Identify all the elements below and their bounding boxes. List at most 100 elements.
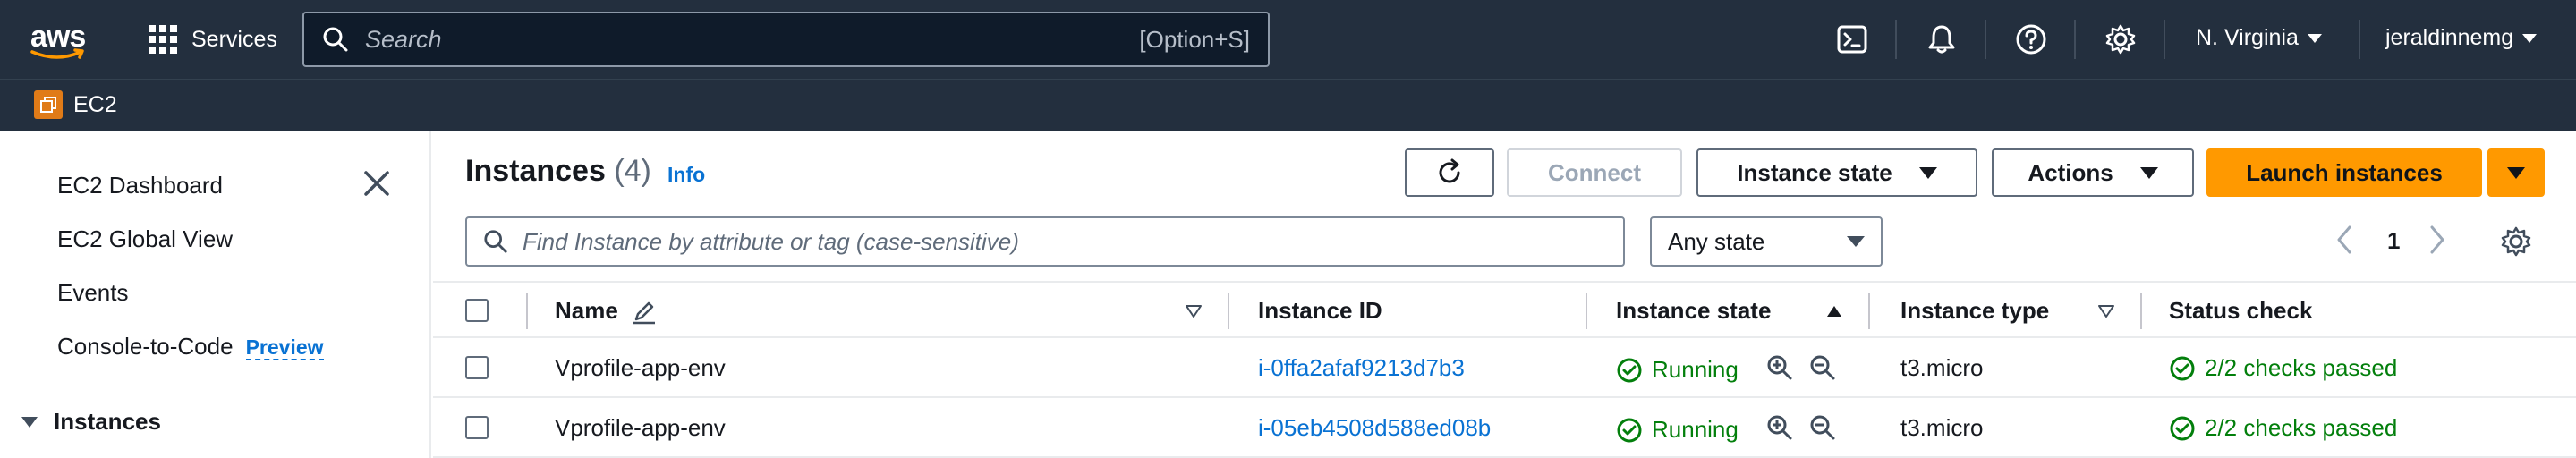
cloudshell-icon[interactable] <box>1836 23 1868 55</box>
state-filter-select[interactable]: Any state <box>1650 216 1883 267</box>
nav-divider <box>2074 20 2076 59</box>
ec2-service-icon[interactable] <box>34 90 63 119</box>
ec2-service-link[interactable]: EC2 <box>73 92 117 118</box>
user-label: jeraldinnemg <box>2385 25 2514 50</box>
launch-instances-button[interactable]: Launch instances <box>2206 148 2482 197</box>
launch-instances-label: Launch instances <box>2246 158 2443 186</box>
instance-id-link[interactable]: i-05eb4508d588ed08b <box>1258 414 1491 442</box>
bell-icon[interactable] <box>1926 23 1958 55</box>
instance-name: Vprofile-app-env <box>555 414 726 441</box>
help-icon[interactable] <box>2015 23 2047 55</box>
sort-icon[interactable] <box>1185 304 1203 318</box>
select-all-checkbox[interactable] <box>465 299 489 322</box>
services-menu[interactable]: Services <box>149 21 277 57</box>
aws-smile-icon <box>30 48 84 59</box>
instance-state-text: Running <box>1652 356 1739 383</box>
column-header-status-check[interactable]: Status check <box>2169 297 2312 325</box>
services-grid-icon <box>149 25 177 54</box>
page-number[interactable]: 1 <box>2387 227 2400 255</box>
edit-icon <box>633 301 655 324</box>
sidebar-item-console-to-code[interactable]: Console-to-Code Preview <box>57 333 324 360</box>
column-header-name[interactable]: Name <box>555 297 658 325</box>
check-circle-icon <box>1617 358 1642 382</box>
state-filter-value: Any state <box>1668 227 1765 255</box>
caret-down-icon <box>2507 166 2525 179</box>
instance-name: Vprofile-app-env <box>555 354 726 381</box>
refresh-button[interactable] <box>1405 148 1494 197</box>
search-icon <box>323 27 348 52</box>
zoom-in-icon[interactable] <box>1766 354 1793 381</box>
instance-filter-input[interactable] <box>523 227 1607 256</box>
column-divider <box>526 293 528 329</box>
region-selector[interactable]: N. Virginia <box>2196 25 2322 51</box>
column-header-instance-id[interactable]: Instance ID <box>1258 297 1382 325</box>
sidebar: EC2 Dashboard EC2 Global View Events Con… <box>0 131 431 458</box>
instance-state-status: Running <box>1616 356 1739 384</box>
caret-down-icon <box>1847 236 1865 247</box>
page-title: Instances (4) <box>465 154 651 189</box>
column-header-label: Instance type <box>1900 297 2050 324</box>
column-header-label: Instance ID <box>1258 297 1382 324</box>
preview-badge[interactable]: Preview <box>245 335 324 360</box>
sidebar-item-label: Console-to-Code <box>57 333 234 360</box>
sort-icon[interactable] <box>2097 304 2115 318</box>
refresh-icon <box>1439 158 1460 183</box>
caret-down-icon <box>2307 33 2322 43</box>
instance-state-text: Running <box>1652 416 1739 443</box>
caret-down-icon <box>2139 166 2158 179</box>
column-divider <box>1586 293 1587 329</box>
connect-label: Connect <box>1548 158 1641 186</box>
status-check-text: 2/2 checks passed <box>2205 354 2398 381</box>
instance-type: t3.micro <box>1900 414 1984 441</box>
services-label: Services <box>191 26 277 52</box>
zoom-in-icon[interactable] <box>1766 414 1793 441</box>
nav-divider <box>2164 20 2165 59</box>
table-row[interactable]: Vprofile-app-env i-0ffa2afaf9213d7b3 Run… <box>433 338 2576 398</box>
sidebar-section-instances[interactable]: Instances <box>21 408 161 436</box>
instance-id-link[interactable]: i-0ffa2afaf9213d7b3 <box>1258 354 1465 382</box>
column-header-instance-type[interactable]: Instance type <box>1900 297 2049 325</box>
column-divider <box>1868 293 1870 329</box>
close-icon[interactable] <box>361 168 392 199</box>
zoom-out-icon[interactable] <box>1809 354 1836 381</box>
instance-type: t3.micro <box>1900 354 1984 381</box>
global-search[interactable]: [Option+S] <box>302 12 1270 67</box>
nav-divider <box>2359 20 2360 59</box>
caret-down-icon <box>1918 166 1937 179</box>
row-checkbox[interactable] <box>465 416 489 439</box>
chevron-left-icon[interactable] <box>2334 222 2355 258</box>
instance-count: (4) <box>614 154 651 188</box>
column-header-label: Status check <box>2169 297 2313 324</box>
check-circle-icon <box>2170 356 2195 380</box>
launch-options-dropdown[interactable] <box>2487 148 2545 197</box>
column-header-label: Name <box>555 297 618 324</box>
instance-state-status: Running <box>1616 416 1739 444</box>
instance-filter[interactable] <box>465 216 1625 267</box>
chevron-right-icon[interactable] <box>2427 222 2448 258</box>
row-checkbox[interactable] <box>465 356 489 379</box>
gear-icon[interactable] <box>2104 23 2137 55</box>
service-bar: EC2 <box>0 79 2576 131</box>
column-divider <box>1228 293 1229 329</box>
sidebar-item-ec2-dashboard[interactable]: EC2 Dashboard <box>57 172 223 199</box>
aws-logo[interactable]: aws <box>30 20 95 63</box>
connect-button[interactable]: Connect <box>1507 148 1682 197</box>
check-circle-icon <box>2170 416 2195 440</box>
info-link[interactable]: Info <box>667 163 705 187</box>
table-row[interactable]: Vprofile-app-env i-05eb4508d588ed08b Run… <box>433 398 2576 458</box>
sort-ascending-icon[interactable] <box>1825 304 1843 318</box>
actions-button[interactable]: Actions <box>1992 148 2194 197</box>
account-menu[interactable]: jeraldinnemg <box>2385 25 2538 51</box>
instance-state-button[interactable]: Instance state <box>1696 148 1977 197</box>
status-check: 2/2 checks passed <box>2169 354 2397 382</box>
column-header-instance-state[interactable]: Instance state <box>1616 297 1771 325</box>
status-check-text: 2/2 checks passed <box>2205 414 2398 441</box>
top-navigation: aws Services [Option+S] <box>0 0 2576 79</box>
sidebar-item-ec2-global-view[interactable]: EC2 Global View <box>57 225 233 253</box>
zoom-out-icon[interactable] <box>1809 414 1836 441</box>
sidebar-item-events[interactable]: Events <box>57 279 129 307</box>
column-divider <box>2140 293 2142 329</box>
gear-icon[interactable] <box>2500 225 2532 258</box>
search-input[interactable] <box>365 25 1140 54</box>
main-content: Instances (4) Info Connect Instance stat… <box>433 131 2576 458</box>
